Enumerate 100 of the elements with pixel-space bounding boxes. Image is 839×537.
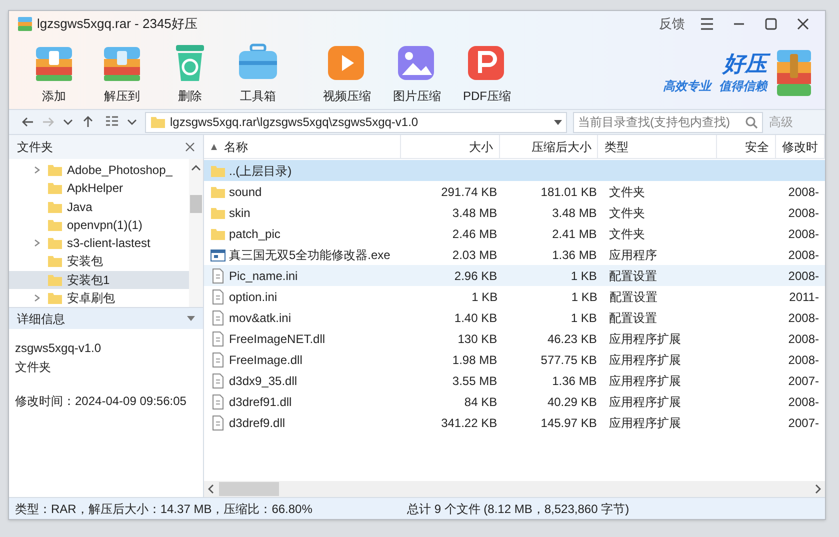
- toolbar-button[interactable]: 删除: [165, 41, 215, 105]
- modified-date: 2008-: [788, 246, 819, 264]
- close-icon: [185, 142, 195, 152]
- search-field[interactable]: 当前目录查找(支持包内查找): [573, 112, 763, 132]
- toolbar-button[interactable]: PDF压缩: [459, 41, 515, 105]
- file-row[interactable]: 真三国无双5全功能修改器.exe 2.03 MB 1.36 MB 应用程序 2008-: [204, 244, 825, 265]
- file-row[interactable]: Pic_name.ini 2.96 KB 1 KB 配置设置 2008-: [204, 265, 825, 286]
- file-type: 应用程序扩展: [608, 414, 681, 432]
- tree-item[interactable]: s3-client-lastest: [9, 234, 189, 252]
- column-header[interactable]: 安全: [716, 135, 776, 158]
- file-size: 2.03 MB: [452, 246, 498, 264]
- file-name: Pic_name.ini: [229, 268, 298, 284]
- file-name: sound: [229, 184, 262, 200]
- toolbar-button[interactable]: 解压到: [97, 41, 147, 105]
- file-row[interactable]: patch_pic 2.46 MB 2.41 MB 文件夹 2008-: [204, 223, 825, 244]
- file-type: 应用程序扩展: [608, 330, 681, 348]
- file-name: d3dref9.dll: [229, 414, 286, 432]
- close-panel-button[interactable]: [185, 142, 195, 152]
- file-row[interactable]: FreeImage.dll 1.98 MB 577.75 KB 应用程序扩展 2008-: [204, 349, 825, 370]
- dropdown-caret-icon: [554, 120, 562, 124]
- view-button[interactable]: [105, 115, 119, 129]
- file-type: 配置设置: [609, 288, 658, 306]
- packed-size: 2.41 MB: [552, 226, 597, 242]
- toolbar-button[interactable]: 图片压缩: [389, 41, 445, 105]
- tree-item[interactable]: openvpn(1)(1): [9, 216, 189, 234]
- tree-item[interactable]: Java: [9, 198, 189, 216]
- archive-logo-icon: [775, 48, 813, 98]
- packed-size: 3.48 MB: [552, 204, 597, 222]
- toolbar-button[interactable]: 视频压缩: [319, 41, 375, 105]
- modified-date: 2007-: [788, 372, 819, 390]
- file-row[interactable]: d3dref91.dll 84 KB 40.29 KB 应用程序扩展 2008-: [204, 391, 825, 412]
- packed-size: 46.23 KB: [547, 330, 597, 348]
- file-name: patch_pic: [229, 226, 280, 242]
- status-summary: 类型：RAR，解压后大小：14.37 MB，压缩比：66.80%: [14, 500, 314, 518]
- modified-date: 2008-: [788, 394, 819, 410]
- file-size: 2.46 MB: [452, 226, 498, 242]
- tree-item[interactable]: Adobe_Photoshop_: [9, 161, 189, 180]
- path-field[interactable]: lgzsgws5xgq.rar\lgzsgws5xgq\zsgws5xgq-v1.0: [145, 112, 567, 132]
- file-size: 130 KB: [458, 330, 498, 348]
- file-size: 3.55 MB: [452, 372, 498, 390]
- file-size: 3.48 MB: [452, 204, 498, 222]
- menu-icon: [700, 18, 714, 30]
- vertical-scrollbar[interactable]: [189, 159, 203, 307]
- up-arrow-icon: [81, 115, 95, 129]
- file-size: 1.40 KB: [454, 310, 498, 326]
- column-header[interactable]: 压缩后大小: [500, 135, 598, 158]
- file-name: ..(上层目录): [229, 162, 292, 180]
- modified-date: 2008-: [788, 330, 819, 348]
- packed-size: 1 KB: [570, 268, 597, 284]
- tree-item[interactable]: 安装包: [9, 252, 189, 270]
- feedback-button[interactable]: 反馈: [655, 14, 689, 34]
- file-row[interactable]: mov&atk.ini 1.40 KB 1 KB 配置设置 2008-: [204, 307, 825, 328]
- file-size: 1.98 MB: [452, 352, 498, 368]
- file-size: 1 KB: [472, 288, 498, 306]
- packed-size: 1 KB: [570, 310, 597, 326]
- file-type: 应用程序扩展: [608, 372, 681, 390]
- scrollbar-thumb[interactable]: [190, 195, 202, 213]
- tree-item[interactable]: 安装包1: [9, 270, 189, 289]
- file-name: d3dref91.dll: [229, 394, 292, 410]
- file-row[interactable]: d3dref9.dll 341.22 KB 145.97 KB 应用程序扩展 2007-: [204, 412, 825, 433]
- file-name: skin: [229, 204, 250, 222]
- back-button[interactable]: [21, 115, 35, 129]
- column-header[interactable]: 大小: [401, 135, 500, 158]
- file-row[interactable]: FreeImageNET.dll 130 KB 46.23 KB 应用程序扩展 2008-: [204, 328, 825, 349]
- close-icon: [797, 18, 809, 30]
- folder-icon: [47, 162, 63, 178]
- maximize-icon: [765, 18, 777, 30]
- back-arrow-icon: [21, 115, 35, 129]
- app-logo-icon: [17, 16, 33, 32]
- modified-date: 2008-: [788, 204, 819, 222]
- tree-item[interactable]: ApkHelper: [9, 179, 189, 198]
- toolbar-button[interactable]: 添加: [29, 41, 79, 105]
- modified-date: 2007-: [788, 414, 819, 432]
- scrollbar-thumb[interactable]: [219, 482, 279, 496]
- modified-date: 2008-: [788, 184, 819, 200]
- column-header[interactable]: 修改时: [776, 135, 825, 158]
- file-name: 真三国无双5全功能修改器.exe: [229, 246, 390, 264]
- folder-icon: [47, 253, 63, 270]
- packed-size: 577.75 KB: [540, 352, 597, 368]
- file-row[interactable]: option.ini 1 KB 1 KB 配置设置 2011-: [204, 286, 825, 307]
- horizontal-scrollbar[interactable]: [204, 481, 825, 497]
- view-list-icon: [105, 115, 119, 129]
- toolbar-button[interactable]: 工具箱: [233, 41, 283, 105]
- file-row[interactable]: skin 3.48 MB 3.48 MB 文件夹 2008-: [204, 202, 825, 223]
- file-row[interactable]: d3dx9_35.dll 3.55 MB 1.36 MB 应用程序扩展 2007-: [204, 370, 825, 391]
- detail-name: zsgws5xgq-v1.0: [15, 340, 102, 357]
- detail-type: 文件夹: [15, 359, 52, 376]
- column-header[interactable]: 名称: [204, 135, 402, 158]
- file-row[interactable]: sound 291.74 KB 181.01 KB 文件夹 2008-: [204, 181, 825, 202]
- file-type: 文件夹: [608, 184, 645, 200]
- up-button[interactable]: [81, 115, 95, 129]
- brand-slogan: 高效专业: [663, 78, 711, 95]
- brand-slogan: 值得信赖: [719, 78, 767, 95]
- file-type: 配置设置: [608, 268, 657, 284]
- tree-item[interactable]: 安卓刷包: [9, 288, 189, 307]
- detail-modified: 修改时间：2024-04-09 09:56:05: [15, 393, 188, 410]
- file-row[interactable]: ..(上层目录): [204, 160, 825, 181]
- column-header[interactable]: 类型: [598, 135, 717, 158]
- file-name: mov&atk.ini: [229, 310, 292, 326]
- file-name: FreeImage.dll: [229, 352, 302, 368]
